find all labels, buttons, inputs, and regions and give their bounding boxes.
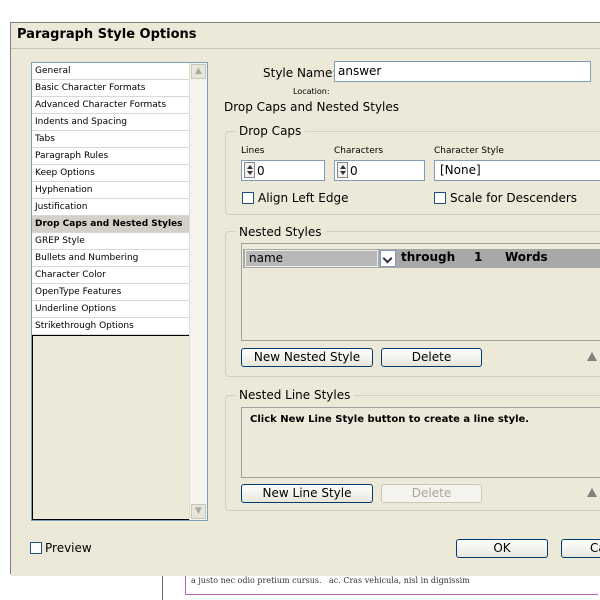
sidebar-item[interactable]: Keep Options <box>32 165 191 182</box>
characters-label: Characters <box>334 146 384 156</box>
scale-for-descenders-checkbox[interactable] <box>434 192 446 204</box>
sidebar-item[interactable]: Underline Options <box>32 301 191 318</box>
nested-styles-title: Nested Styles <box>235 225 326 239</box>
align-left-edge-label: Align Left Edge <box>258 191 349 205</box>
title-bar[interactable]: Paragraph Style Options <box>11 23 600 48</box>
sidebar-item[interactable]: Advanced Character Formats <box>32 97 191 114</box>
doc-text-line: ac. Cras vehicula, nisl in dignissim <box>329 576 470 585</box>
ok-button[interactable]: OK <box>456 539 548 558</box>
move-up-icon[interactable] <box>587 488 597 497</box>
lines-value: 0 <box>257 164 265 178</box>
sidebar-item[interactable]: Justification <box>32 199 191 216</box>
character-style-label: Character Style <box>434 146 504 156</box>
scale-for-descenders-label: Scale for Descenders <box>450 191 578 205</box>
doc-text-line: a justo nec odio pretium cursus. <box>191 576 322 585</box>
sidebar-item[interactable]: Drop Caps and Nested Styles <box>32 216 191 233</box>
sidebar-item[interactable]: Hyphenation <box>32 182 191 199</box>
category-items: General Basic Character Formats Advanced C… <box>32 63 191 335</box>
preview-label: Preview <box>45 541 92 555</box>
nested-styles-list: name through 1 Words <box>241 243 600 341</box>
new-line-style-button[interactable]: New Line Style <box>241 484 373 503</box>
nested-line-styles-list: Click New Line Style button to create a … <box>241 407 600 478</box>
align-left-edge-checkbox[interactable] <box>242 192 254 204</box>
scroll-down-icon[interactable]: ▼ <box>191 504 206 519</box>
character-style-select[interactable]: [None] <box>434 160 600 181</box>
sidebar-item[interactable]: Indents and Spacing <box>32 114 191 131</box>
nested-count[interactable]: 1 <box>474 250 482 264</box>
delete-line-style-button: Delete <box>381 484 482 503</box>
category-list-empty-area <box>32 335 190 520</box>
style-name-label: Style Name: <box>263 66 337 80</box>
style-name-input[interactable]: answer <box>334 61 591 82</box>
move-up-icon[interactable] <box>587 352 597 361</box>
sidebar-item[interactable]: GREP Style <box>32 233 191 250</box>
nested-style-row[interactable]: name through 1 Words <box>243 249 600 268</box>
nested-line-hint: Click New Line Style button to create a … <box>250 414 530 425</box>
lines-label: Lines <box>241 146 265 156</box>
drop-caps-title: Drop Caps <box>235 124 306 138</box>
nested-style-name[interactable]: name <box>245 250 378 267</box>
sidebar-item[interactable]: Paragraph Rules <box>32 148 191 165</box>
sidebar-item[interactable]: Character Color <box>32 267 191 284</box>
cancel-button[interactable]: Ca <box>561 539 600 558</box>
sidebar-item[interactable]: Tabs <box>32 131 191 148</box>
category-list: General Basic Character Formats Advanced C… <box>31 62 208 521</box>
sidebar-item[interactable]: Strikethrough Options <box>32 318 191 335</box>
location-label: Location: <box>293 87 330 96</box>
nested-line-styles-title: Nested Line Styles <box>235 388 355 402</box>
characters-stepper-icon[interactable] <box>337 162 348 178</box>
sidebar-item[interactable]: Basic Character Formats <box>32 80 191 97</box>
paragraph-style-options-dialog: Paragraph Style Options General Basic Cha… <box>10 22 600 576</box>
section-title: Drop Caps and Nested Styles <box>224 100 400 114</box>
chevron-down-icon[interactable] <box>380 250 396 267</box>
nested-unit[interactable]: Words <box>505 250 548 264</box>
sidebar-item[interactable]: Bullets and Numbering <box>32 250 191 267</box>
category-scrollbar[interactable]: ▲ ▼ <box>189 63 207 520</box>
characters-value: 0 <box>350 164 358 178</box>
sidebar-item[interactable]: OpenType Features <box>32 284 191 301</box>
nested-through[interactable]: through <box>401 250 455 264</box>
new-nested-style-button[interactable]: New Nested Style <box>241 348 373 367</box>
scroll-up-icon[interactable]: ▲ <box>191 64 206 79</box>
lines-stepper-icon[interactable] <box>244 162 255 178</box>
preview-checkbox[interactable] <box>30 542 42 554</box>
dialog-title: Paragraph Style Options <box>17 27 197 42</box>
sidebar-item[interactable]: General <box>32 63 191 80</box>
delete-nested-style-button[interactable]: Delete <box>381 348 482 367</box>
